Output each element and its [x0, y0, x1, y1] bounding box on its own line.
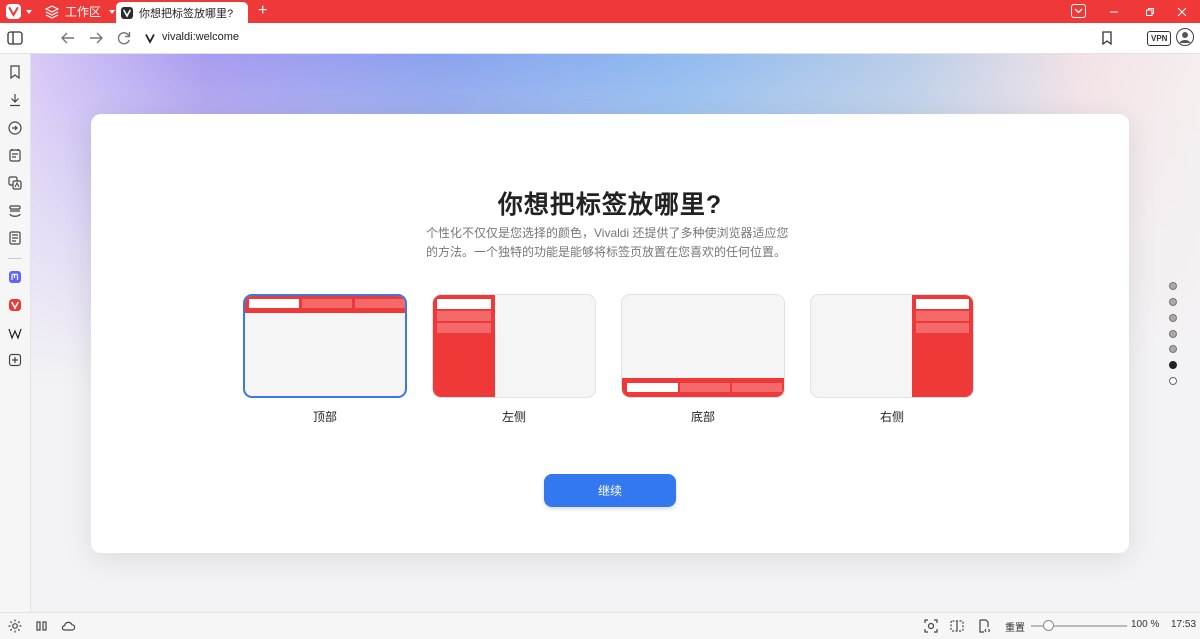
vivaldi-favicon-icon: [121, 6, 133, 19]
tab-position-top-label: 顶部: [312, 410, 337, 424]
step-dot[interactable]: [1169, 377, 1177, 385]
inactive-tab-illustration: [437, 323, 491, 333]
close-window-button[interactable]: [1164, 0, 1200, 23]
panel-toggle-icon[interactable]: [5, 28, 25, 48]
inactive-tab-illustration: [680, 383, 730, 392]
sync-cloud-icon[interactable]: [60, 618, 76, 634]
workspace-button[interactable]: 工作区: [45, 0, 116, 23]
forward-icon[interactable]: [86, 28, 106, 48]
zoom-slider-handle[interactable]: [1043, 620, 1054, 631]
close-icon: [1177, 7, 1187, 16]
menu-caret-icon[interactable]: [26, 10, 32, 14]
welcome-page: 你想把标签放哪里? 个性化不仅仅是您选择的颜色，Vivaldi 还提供了多种使浏…: [31, 54, 1200, 612]
minimize-button[interactable]: [1096, 0, 1132, 23]
vivaldi-menu-icon[interactable]: [6, 4, 21, 19]
tab-position-left-label: 左侧: [501, 410, 526, 424]
clock: 17:53: [1171, 619, 1197, 630]
download-icon[interactable]: [7, 92, 23, 108]
step-dot[interactable]: [1169, 345, 1177, 353]
wikipedia-icon[interactable]: [7, 325, 23, 341]
maximize-button[interactable]: [1132, 0, 1168, 23]
step-dot[interactable]: [1169, 314, 1177, 322]
tab-position-bottom-option[interactable]: [621, 294, 785, 398]
minimize-icon: [1110, 11, 1118, 12]
active-tab-illustration: [437, 299, 491, 309]
history-icon[interactable]: [7, 120, 23, 136]
inactive-tab-illustration: [916, 323, 969, 333]
tiling-icon[interactable]: [34, 618, 50, 634]
translate-icon[interactable]: [7, 175, 23, 191]
tile-view-icon[interactable]: [949, 618, 965, 634]
tab-position-left-option[interactable]: [432, 294, 596, 398]
title-bar: 工作区 你想把标签放哪里? +: [0, 0, 1200, 23]
new-tab-button[interactable]: +: [258, 2, 267, 20]
address-bar: vivaldi:welcome VPN: [0, 23, 1200, 54]
active-tab-illustration: [249, 299, 299, 308]
tab-position-bottom-label: 底部: [690, 410, 715, 424]
restore-icon: [1146, 7, 1154, 16]
step-dot[interactable]: [1169, 282, 1177, 290]
status-bar: 重置 100 % 17:53: [0, 612, 1200, 639]
tab-position-right-option[interactable]: [810, 294, 974, 398]
url-field[interactable]: vivaldi:welcome: [138, 27, 1122, 49]
tab-welcome[interactable]: 你想把标签放哪里?: [116, 2, 248, 23]
continue-button[interactable]: 继续: [544, 474, 676, 507]
tab-title: 你想把标签放哪里?: [139, 7, 234, 20]
add-panel-icon[interactable]: [7, 352, 23, 368]
reading-list-icon[interactable]: [7, 203, 23, 219]
side-panel-divider: [8, 258, 22, 259]
active-tab-illustration: [627, 383, 678, 392]
active-tab-illustration: [916, 299, 969, 309]
profile-avatar-icon[interactable]: [1176, 28, 1194, 46]
inactive-tab-illustration: [916, 311, 969, 321]
page-title: 你想把标签放哪里?: [497, 191, 723, 219]
vivaldi-site-icon: [145, 34, 155, 44]
step-dot[interactable]: [1169, 330, 1177, 338]
welcome-card: 你想把标签放哪里? 个性化不仅仅是您选择的颜色，Vivaldi 还提供了多种使浏…: [91, 114, 1129, 553]
workspace-caret-icon: [109, 9, 116, 14]
workspace-icon: [45, 4, 59, 19]
notes-icon[interactable]: [7, 147, 23, 163]
vivaldi-icon[interactable]: [7, 297, 23, 313]
capture-icon[interactable]: [923, 618, 939, 634]
bookmark-page-icon[interactable]: [1097, 28, 1117, 48]
zoom-reset-button[interactable]: 重置: [1005, 619, 1025, 634]
mastodon-icon[interactable]: [7, 269, 23, 285]
tab-list-button[interactable]: [1071, 4, 1086, 18]
page-actions-icon[interactable]: [976, 618, 992, 634]
page-description: 个性化不仅仅是您选择的颜色，Vivaldi 还提供了多种使浏览器适应您的方法。一…: [426, 226, 789, 259]
back-icon[interactable]: [58, 28, 78, 48]
step-dot[interactable]: [1169, 298, 1177, 306]
inactive-tab-illustration: [732, 383, 782, 392]
reload-icon[interactable]: [114, 28, 134, 48]
calendar-icon[interactable]: [7, 230, 23, 246]
inactive-tab-illustration: [437, 311, 491, 321]
workspace-label: 工作区: [65, 5, 102, 19]
zoom-level: 100 %: [1131, 619, 1160, 630]
side-panel: [0, 54, 31, 635]
bookmark-icon[interactable]: [7, 64, 23, 80]
settings-icon[interactable]: [7, 618, 23, 634]
inactive-tab-illustration: [355, 299, 405, 308]
tab-position-top-option[interactable]: [243, 294, 407, 398]
chevron-down-icon: [1074, 8, 1083, 14]
vpn-button[interactable]: VPN: [1147, 31, 1172, 46]
tab-position-right-label: 右侧: [879, 410, 904, 424]
inactive-tab-illustration: [302, 299, 352, 308]
step-dot-current[interactable]: [1169, 361, 1177, 369]
url-text: vivaldi:welcome: [162, 31, 240, 43]
